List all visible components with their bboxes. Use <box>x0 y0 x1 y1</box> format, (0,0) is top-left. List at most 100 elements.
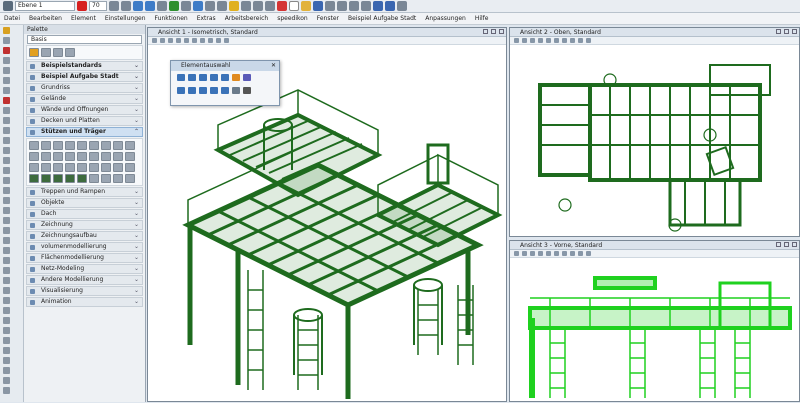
category-item-active[interactable]: Stützen und Träger ⌃ <box>26 127 143 137</box>
beam-tool-icon[interactable] <box>113 152 123 161</box>
view-previous-icon[interactable] <box>562 38 567 43</box>
beam-tool-icon[interactable] <box>89 152 99 161</box>
menu-item[interactable]: Datei <box>4 15 20 22</box>
close-icon[interactable] <box>792 29 797 34</box>
menu-item[interactable]: Beispiel Aufgabe Stadt <box>348 15 416 22</box>
rotate-view-icon[interactable] <box>546 38 551 43</box>
export-icon[interactable] <box>3 367 10 374</box>
rotate-icon[interactable] <box>3 177 10 184</box>
fit-view-icon[interactable] <box>176 38 181 43</box>
fence-tool-icon[interactable] <box>53 48 63 57</box>
column-tool-icon[interactable] <box>89 141 99 150</box>
delete-tool-icon[interactable] <box>65 48 75 57</box>
layer-select[interactable]: Ebene 1 <box>15 1 75 11</box>
array-icon[interactable] <box>3 197 10 204</box>
measure-distance-icon[interactable] <box>3 217 10 224</box>
rectangle-icon[interactable] <box>3 87 10 94</box>
camera-icon[interactable] <box>224 38 229 43</box>
render-mode-icon[interactable] <box>578 251 583 256</box>
material-icon[interactable] <box>3 297 10 304</box>
maximize-icon[interactable] <box>784 29 789 34</box>
lock-icon[interactable] <box>232 87 240 94</box>
column-tool-icon[interactable] <box>53 141 63 150</box>
menu-item[interactable]: Hilfe <box>475 15 489 22</box>
close-icon[interactable] <box>499 29 504 34</box>
arc-icon[interactable] <box>3 57 10 64</box>
view-previous-icon[interactable] <box>200 38 205 43</box>
area-icon[interactable] <box>3 227 10 234</box>
arrow-icon[interactable] <box>3 1 13 11</box>
brace-tool-icon[interactable] <box>89 163 99 172</box>
print-icon[interactable] <box>3 347 10 354</box>
fence-icon[interactable] <box>145 1 155 11</box>
line-style-icon[interactable] <box>109 1 119 11</box>
scale-icon[interactable] <box>3 187 10 194</box>
error-icon[interactable] <box>277 1 287 11</box>
brace-tool-icon[interactable] <box>29 163 39 172</box>
invert-icon[interactable] <box>199 87 207 94</box>
member-tool-icon[interactable] <box>29 174 39 183</box>
brace-tool-icon[interactable] <box>113 163 123 172</box>
column-tool-icon[interactable] <box>113 141 123 150</box>
zoom-in-icon[interactable] <box>160 38 165 43</box>
new-file-icon[interactable] <box>289 1 299 11</box>
member-tool-icon[interactable] <box>125 174 135 183</box>
menu-item[interactable]: Anpassungen <box>425 15 466 22</box>
highlight-icon[interactable] <box>229 1 239 11</box>
menu-item[interactable]: Element <box>71 15 96 22</box>
element-selection-palette[interactable]: Elementauswahl ✕ <box>170 60 280 106</box>
render-mode-icon[interactable] <box>216 38 221 43</box>
view-next-icon[interactable] <box>208 38 213 43</box>
add-icon[interactable] <box>177 87 185 94</box>
render-mode-icon[interactable] <box>578 38 583 43</box>
brace-tool-icon[interactable] <box>101 163 111 172</box>
category-item[interactable]: Wände und Öffnungen ⌄ <box>26 105 143 115</box>
pencil-icon[interactable] <box>3 27 10 34</box>
filter-icon[interactable] <box>243 74 251 81</box>
palette-search-input[interactable]: Basis <box>27 35 142 44</box>
category-item[interactable]: Visualisierung ⌄ <box>26 286 143 296</box>
member-tool-icon[interactable] <box>77 174 87 183</box>
cursor-icon[interactable] <box>241 1 251 11</box>
view-attributes-icon[interactable] <box>152 38 157 43</box>
beam-tool-icon[interactable] <box>125 152 135 161</box>
camera-icon[interactable] <box>586 251 591 256</box>
zoom-out-icon[interactable] <box>168 38 173 43</box>
lock-icon[interactable] <box>3 327 10 334</box>
zoom-out-icon[interactable] <box>530 38 535 43</box>
zoom-in-icon[interactable] <box>522 38 527 43</box>
line-icon[interactable] <box>3 37 10 44</box>
category-item[interactable]: volumenmodellierung ⌄ <box>26 242 143 252</box>
category-item[interactable]: Zeichnung ⌄ <box>26 220 143 230</box>
brace-tool-icon[interactable] <box>41 163 51 172</box>
menu-item[interactable]: Einstellungen <box>105 15 146 22</box>
brace-tool-icon[interactable] <box>77 163 87 172</box>
member-tool-icon[interactable] <box>113 174 123 183</box>
member-tool-icon[interactable] <box>53 174 63 183</box>
category-item[interactable]: Grundriss ⌄ <box>26 83 143 93</box>
rotate-view-icon[interactable] <box>184 38 189 43</box>
brace-tool-icon[interactable] <box>65 163 75 172</box>
rotate-view-icon[interactable] <box>546 251 551 256</box>
delete-icon[interactable] <box>3 207 10 214</box>
rectangle-icon[interactable] <box>188 74 196 81</box>
menu-item[interactable]: Fenster <box>317 15 339 22</box>
attach-icon[interactable] <box>169 1 179 11</box>
mirror-icon[interactable] <box>3 167 10 174</box>
plot-icon[interactable] <box>3 357 10 364</box>
view-icon[interactable] <box>193 1 203 11</box>
info-icon[interactable] <box>3 317 10 324</box>
member-tool-icon[interactable] <box>41 174 51 183</box>
subtract-icon[interactable] <box>188 87 196 94</box>
cut-icon[interactable] <box>337 1 347 11</box>
category-item[interactable]: Beispielstandards ⌄ <box>26 61 143 71</box>
front-view-canvas[interactable] <box>510 258 799 401</box>
print-icon[interactable] <box>325 1 335 11</box>
top-view-canvas[interactable] <box>510 45 799 236</box>
brace-tool-icon[interactable] <box>53 163 63 172</box>
view-window-front[interactable]: Ansicht 3 - Vorne, Standard <box>509 240 800 402</box>
member-tool-icon[interactable] <box>65 174 75 183</box>
zoom-in-icon[interactable] <box>522 251 527 256</box>
brace-tool-icon[interactable] <box>125 163 135 172</box>
category-item[interactable]: Zeichnungsaufbau ⌄ <box>26 231 143 241</box>
